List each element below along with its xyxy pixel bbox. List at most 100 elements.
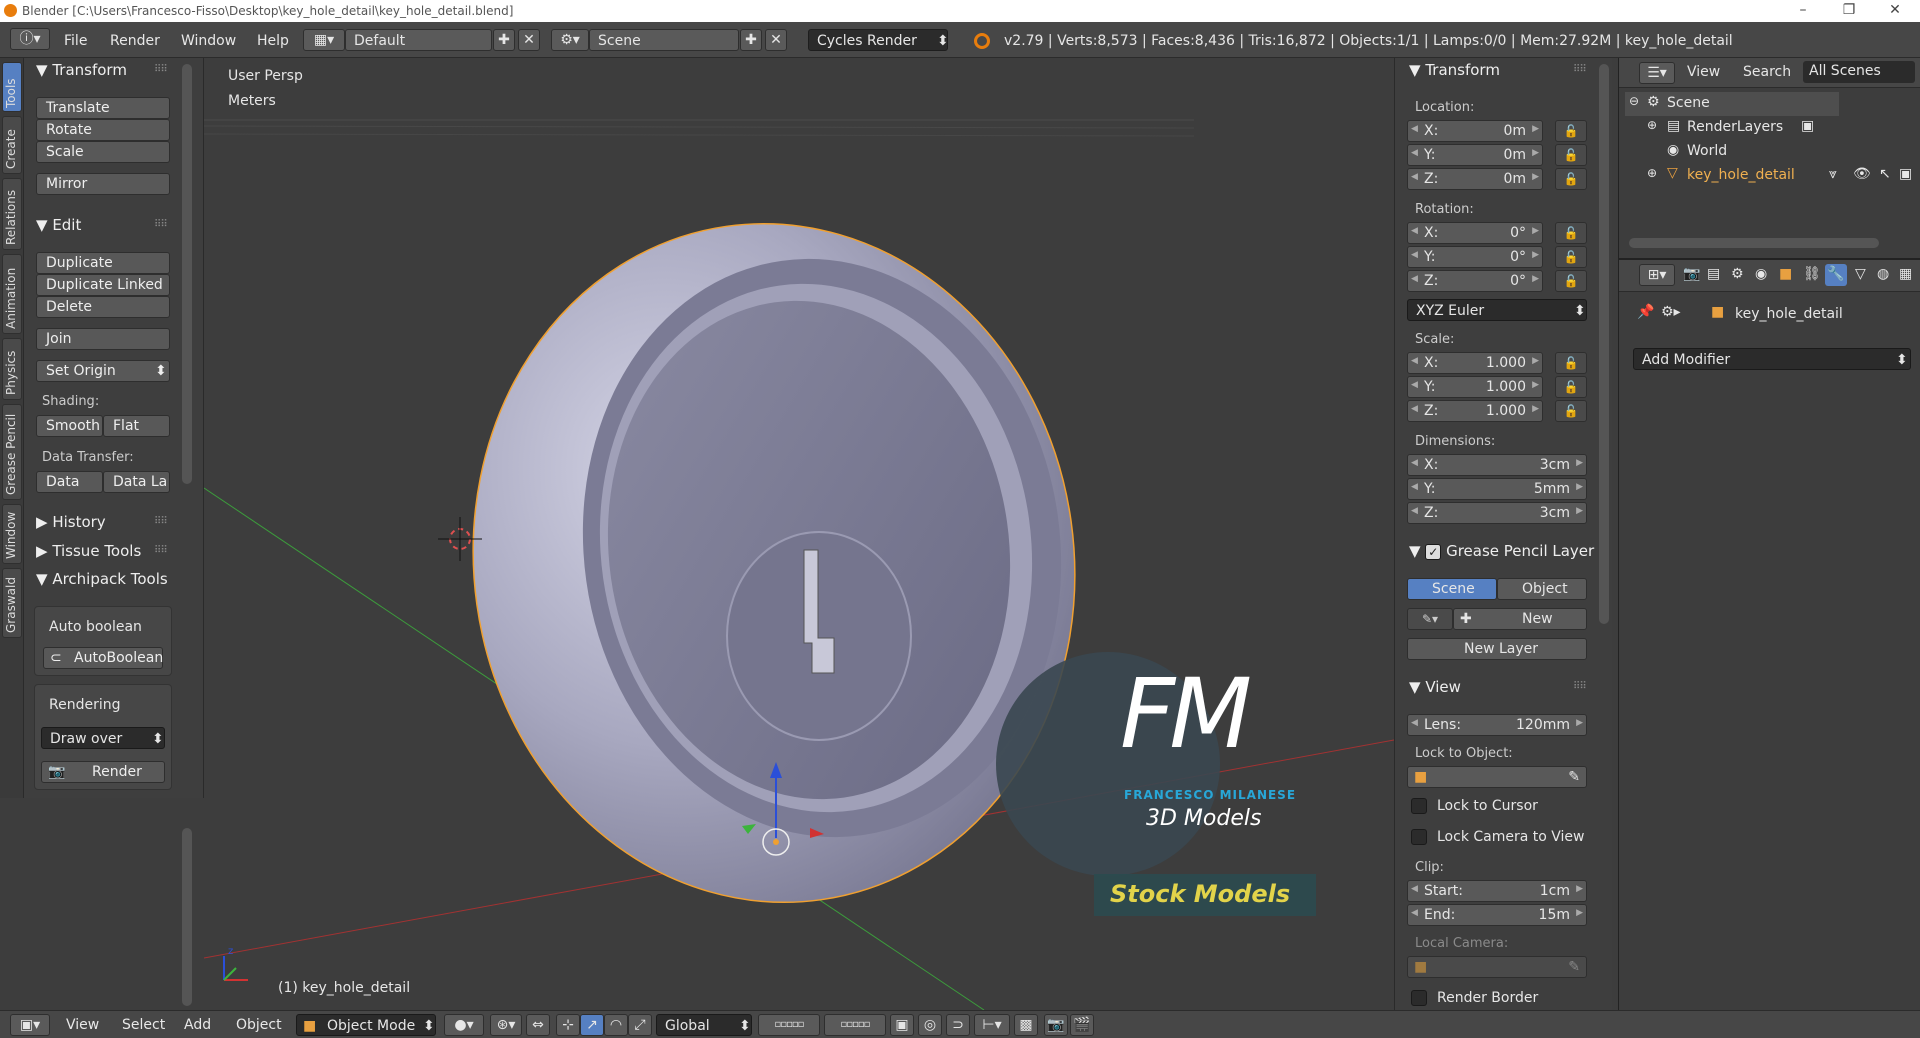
opengl-render-icon[interactable]: 📷 <box>1044 1014 1068 1036</box>
proportional-edit-icon[interactable]: ◎ <box>918 1014 942 1036</box>
lock-layers-icon[interactable]: ▣ <box>890 1014 914 1036</box>
outliner-row-renderlayers[interactable]: ⊕ ▤ RenderLayers ▣ <box>1625 116 1915 140</box>
menu-render[interactable]: Render <box>110 33 160 49</box>
draw-over-select[interactable]: Draw over ⬍ <box>41 727 165 749</box>
rotation-mode-select[interactable]: XYZ Euler ⬍ <box>1407 299 1587 321</box>
lock-icon[interactable]: 🔓 <box>1555 120 1587 142</box>
editor-type-info-icon[interactable]: ⓘ▾ <box>10 28 50 50</box>
viewport-scene[interactable]: z <box>204 58 1394 1010</box>
scene-tab-icon[interactable]: ⚙ <box>1731 266 1744 282</box>
flat-button[interactable]: Flat <box>103 415 170 437</box>
3d-view-editor-icon[interactable]: ▣▾ <box>10 1014 50 1036</box>
gp-new-layer-button[interactable]: New Layer <box>1407 638 1587 660</box>
scale-button[interactable]: Scale <box>36 141 170 163</box>
smooth-button[interactable]: Smooth <box>36 415 103 437</box>
expand-icon[interactable]: ⊕ <box>1647 118 1657 132</box>
pin-icon[interactable]: 📌 <box>1637 304 1654 320</box>
select-cursor-icon[interactable]: ↖ <box>1879 166 1891 182</box>
properties-editor-icon[interactable]: ⊞▾ <box>1639 264 1675 286</box>
add-modifier-select[interactable]: Add Modifier ⬍ <box>1633 348 1911 370</box>
minimize-button[interactable]: – <box>1780 0 1826 22</box>
lock-icon[interactable]: 🔓 <box>1555 246 1587 268</box>
layout-field[interactable]: Default <box>345 29 492 51</box>
outliner-editor-icon[interactable]: ☰▾ <box>1639 62 1675 84</box>
pencil-icon[interactable]: ✎▾ <box>1407 608 1453 630</box>
pivot-point-select[interactable]: ⊛▾ <box>490 1014 522 1036</box>
rotation-x-field[interactable]: ◀ X: 0° ▶ <box>1407 222 1543 244</box>
data-transfer-button[interactable]: Data <box>36 471 103 493</box>
lock-icon[interactable]: 🔓 <box>1555 222 1587 244</box>
delete-button[interactable]: Delete <box>36 296 170 318</box>
lens-field[interactable]: ◀ Lens: 120mm ▶ <box>1407 714 1587 736</box>
location-x-field[interactable]: ◀ X: 0m ▶ <box>1407 120 1543 142</box>
render-button[interactable]: 📷 Render <box>41 761 165 783</box>
object-tab-icon[interactable]: ■ <box>1779 266 1792 282</box>
eyedropper-icon[interactable]: ✎ <box>1568 959 1580 975</box>
scale-manipulator-icon[interactable]: ⤢ <box>628 1014 652 1036</box>
panel-grip-icon[interactable]: ⠿⠿ <box>154 219 168 230</box>
opengl-anim-icon[interactable]: 🎬 <box>1070 1014 1094 1036</box>
autoboolean-button[interactable]: ⊂ AutoBoolean <box>43 647 163 669</box>
npanel-scrollbar[interactable] <box>1599 64 1609 624</box>
menu-file[interactable]: File <box>64 33 87 49</box>
eyedropper-icon[interactable]: ✎ <box>1568 769 1580 785</box>
expand-icon[interactable]: ⊕ <box>1647 166 1657 180</box>
menu-help[interactable]: Help <box>257 33 289 49</box>
scene-field[interactable]: Scene <box>589 29 739 51</box>
view-panel-header[interactable]: ▼ View <box>1409 678 1461 696</box>
collapse-icon[interactable]: ⊖ <box>1629 94 1639 108</box>
lock-icon[interactable]: 🔓 <box>1555 144 1587 166</box>
duplicate-linked-button[interactable]: Duplicate Linked <box>36 274 170 296</box>
rotate-button[interactable]: Rotate <box>36 119 170 141</box>
menu-window[interactable]: Window <box>181 33 236 49</box>
lock-icon[interactable]: 🔓 <box>1555 270 1587 292</box>
transform-panel-header[interactable]: ▼ Transform <box>36 61 127 79</box>
scene-icon[interactable]: ⚙▾ <box>551 29 589 51</box>
tab-graswald[interactable]: Graswald <box>2 568 22 638</box>
outliner-row-key-hole-detail[interactable]: ⊕ ▽ key_hole_detail ⩔ 👁 ↖ ▣ <box>1625 164 1915 188</box>
lock-object-field[interactable]: ■ ✎ <box>1407 766 1587 788</box>
outliner-row-world[interactable]: ◉ World <box>1625 140 1915 164</box>
tab-tools[interactable]: Tools <box>2 62 22 112</box>
maximize-button[interactable]: ❐ <box>1826 0 1872 22</box>
3d-viewport[interactable]: z User Persp Meters (1) key_hole_detail … <box>204 58 1394 1010</box>
set-origin-select[interactable]: Set Origin ⬍ <box>36 360 170 382</box>
render-layer-icon[interactable]: ▣ <box>1801 118 1814 134</box>
menu-object[interactable]: Object <box>236 1017 282 1033</box>
toolshelf-scrollbar[interactable] <box>182 64 192 484</box>
add-scene-icon[interactable]: ✚ <box>740 29 762 51</box>
tab-window[interactable]: Window <box>2 504 22 564</box>
mirror-button[interactable]: Mirror <box>36 173 170 195</box>
outliner-menu-view[interactable]: View <box>1687 64 1720 80</box>
translate-manipulator-icon[interactable]: ↗ <box>580 1014 604 1036</box>
data-layout-button[interactable]: Data La <box>103 471 170 493</box>
menu-select[interactable]: Select <box>122 1017 165 1033</box>
n-transform-header[interactable]: ▼ Transform <box>1409 61 1500 79</box>
render-tab-icon[interactable]: 📷 <box>1683 266 1700 282</box>
menu-view[interactable]: View <box>66 1017 99 1033</box>
render-camera-icon[interactable]: ▣ <box>1899 166 1912 182</box>
panel-grip-icon[interactable]: ⠿⠿ <box>1573 681 1587 692</box>
tab-physics[interactable]: Physics <box>2 338 22 400</box>
render-border-checkbox[interactable] <box>1411 990 1427 1006</box>
tab-relations[interactable]: Relations <box>2 178 22 250</box>
lock-icon[interactable]: 🔓 <box>1555 352 1587 374</box>
remove-scene-icon[interactable]: ✕ <box>765 29 787 51</box>
rotation-y-field[interactable]: ◀ Y: 0° ▶ <box>1407 246 1543 268</box>
manipulator-toggle-icon[interactable]: ⇔ <box>526 1014 550 1036</box>
render-engine-select[interactable]: Cycles Render ⬍ <box>808 29 949 51</box>
add-layout-icon[interactable]: ✚ <box>493 29 515 51</box>
tab-animation[interactable]: Animation <box>2 254 22 334</box>
rotation-z-field[interactable]: ◀ Z: 0° ▶ <box>1407 270 1543 292</box>
viewport-shading-select[interactable]: ●▾ <box>444 1014 484 1036</box>
texture-tab-icon[interactable]: ▦ <box>1899 266 1912 282</box>
object-link-icon[interactable]: ⚙▸ <box>1661 304 1681 320</box>
screen-layout-icon[interactable]: ▦▾ <box>303 29 345 51</box>
remove-layout-icon[interactable]: ✕ <box>518 29 540 51</box>
outliner-row-scene[interactable]: ⊖ ⚙ Scene <box>1625 92 1839 116</box>
panel-grip-icon[interactable]: ⠿⠿ <box>1573 64 1587 75</box>
material-tab-icon[interactable]: ◍ <box>1877 266 1889 282</box>
grease-pencil-layer-header[interactable]: ▼ ✓ Grease Pencil Layer <box>1409 542 1594 560</box>
world-tab-icon[interactable]: ◉ <box>1755 266 1767 282</box>
transform-orientation-select[interactable]: Global ⬍ <box>656 1014 752 1036</box>
